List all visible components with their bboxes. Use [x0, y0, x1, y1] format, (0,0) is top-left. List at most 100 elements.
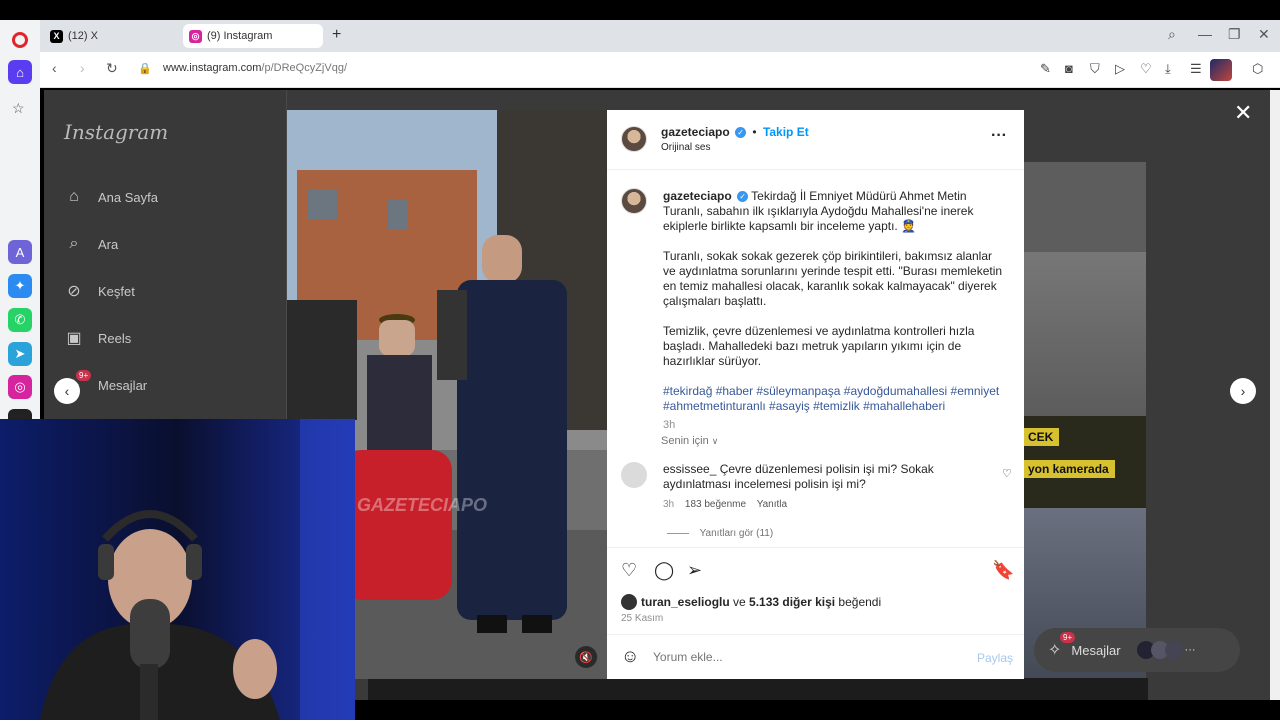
chat-more: ···	[1184, 644, 1196, 656]
aria-icon[interactable]: A	[8, 240, 32, 264]
comment: essissee_ Çevre düzenlemesi polisin işi …	[663, 462, 988, 492]
close-modal-icon[interactable]: ✕	[1234, 100, 1252, 126]
comment-username[interactable]: essissee_	[663, 462, 716, 476]
view-replies[interactable]: Yanıtları gör (11)	[667, 528, 773, 539]
download-icon[interactable]: ⤓	[1165, 61, 1171, 77]
tab-bar: X (12) X ◎ (9) Instagram + ⌕ — ❐ ✕	[40, 20, 1280, 52]
telegram-icon[interactable]: ➤	[8, 342, 32, 366]
actions-divider	[607, 547, 1024, 548]
comment-time: 3h	[663, 499, 675, 510]
like-icon[interactable]: ♡	[621, 560, 637, 581]
close-window-icon[interactable]: ✕	[1258, 26, 1270, 43]
url-field[interactable]: www.instagram.com/p/DReQcyZjVqg/	[163, 62, 347, 74]
heart-toolbar-icon[interactable]: ♡	[1140, 61, 1152, 77]
comment-input[interactable]	[653, 647, 953, 667]
comment-meta: 3h 183 beğenme Yanıtla	[663, 499, 787, 510]
compass-icon: ⊘	[67, 283, 81, 300]
bg-tile-text: yon kamerada	[1022, 460, 1115, 478]
whatsapp-icon[interactable]: ✆	[8, 308, 32, 332]
messages-pill-badge: 9+	[1060, 632, 1076, 643]
messages-pill[interactable]: ✧ 9+ Mesajlar ···	[1034, 628, 1240, 672]
messages-pill-label: Mesajlar	[1071, 642, 1121, 658]
author-username[interactable]: gazeteciapo	[661, 125, 730, 139]
share-icon[interactable]: ➢	[687, 560, 702, 581]
caption-paragraph: gazeteciapo ✓ Tekirdağ İl Emniyet Müdürü…	[663, 189, 1008, 234]
liked-by-tail: beğendi	[835, 595, 882, 609]
streamer-camera	[0, 419, 355, 720]
liked-by-mid: ve	[729, 595, 750, 609]
reels-icon: ▣	[66, 330, 82, 347]
instagram-logo-icon: ◎	[189, 29, 202, 43]
post-comment-button[interactable]: Paylaş	[977, 651, 1013, 665]
tab-instagram[interactable]: ◎ (9) Instagram	[183, 24, 323, 48]
easy-setup-icon[interactable]: ☰	[1190, 61, 1202, 77]
pinboard-icon[interactable]: ☆	[12, 100, 25, 117]
page-scrollbar[interactable]	[1270, 90, 1280, 700]
instagram-logo[interactable]: Instagram	[64, 120, 168, 144]
reload-icon[interactable]: ↻	[106, 60, 118, 77]
emoji-icon[interactable]: ☺	[621, 646, 639, 667]
separator-dot: •	[752, 125, 757, 139]
comment-likes[interactable]: 183 beğenme	[685, 499, 746, 510]
new-tab-button[interactable]: +	[332, 26, 341, 44]
back-icon[interactable]: ‹	[52, 60, 57, 76]
liked-by-user[interactable]: turan_eselioglu	[641, 595, 730, 609]
messages-badge: 9+	[76, 370, 92, 381]
liked-by-avatar[interactable]	[621, 594, 637, 610]
nav-home[interactable]: ⌂ Ana Sayfa	[64, 187, 158, 207]
comment-filter[interactable]: Senin için ∨	[661, 435, 718, 447]
webcam-overlay	[0, 419, 355, 720]
bg-tile: CEK yon kamerada	[1022, 416, 1146, 508]
follow-button[interactable]: Takip Et	[763, 125, 809, 139]
comment-icon[interactable]: ◯	[654, 560, 674, 581]
comment-avatar[interactable]	[621, 462, 647, 488]
home-sidebar-icon[interactable]: ⌂	[8, 60, 32, 84]
tab-x[interactable]: X (12) X	[44, 24, 174, 48]
forward-icon[interactable]: ›	[80, 60, 85, 76]
verified-icon: ✓	[735, 127, 747, 139]
instagram-sidebar-icon[interactable]: ◎	[8, 375, 32, 399]
caption-username[interactable]: gazeteciapo	[663, 189, 732, 203]
nav-explore[interactable]: ⊘ Keşfet	[64, 281, 135, 301]
audio-label[interactable]: Orijinal ses	[661, 142, 710, 153]
nav-label: Reels	[98, 330, 132, 346]
tab-search-icon[interactable]: ⌕	[1168, 26, 1176, 43]
liked-by: turan_eselioglu ve 5.133 diğer kişi beğe…	[621, 594, 881, 610]
nav-search[interactable]: ⌕ Ara	[64, 234, 119, 254]
edit-icon[interactable]: ✎	[1040, 61, 1051, 77]
send-icon[interactable]: ▷	[1115, 61, 1125, 77]
minimize-icon[interactable]: —	[1198, 26, 1212, 42]
caption-hashtags[interactable]: #tekirdağ #haber #süleymanpaşa #aydoğdum…	[663, 384, 1008, 414]
chat-avatars	[1136, 641, 1183, 659]
author-avatar[interactable]	[621, 126, 647, 152]
prev-post-button[interactable]: ‹	[54, 378, 80, 404]
view-replies-label: Yanıtları gör (11)	[699, 528, 774, 539]
comment-reply[interactable]: Yanıtla	[757, 499, 787, 510]
liked-by-others[interactable]: 5.133 diğer kişi	[749, 595, 835, 609]
profile-avatar[interactable]	[1210, 59, 1232, 81]
shield-icon[interactable]: ⛉	[1090, 61, 1100, 77]
bg-tile	[1022, 162, 1146, 252]
messenger-sidebar-icon[interactable]: ✦	[8, 274, 32, 298]
url-path: /p/DReQcyZjVqg/	[261, 62, 348, 74]
mute-icon[interactable]: 🔇	[575, 646, 597, 668]
nav-label: Keşfet	[98, 283, 135, 299]
comment-like-icon[interactable]: ♡	[1002, 467, 1012, 480]
caption-avatar[interactable]	[621, 188, 647, 214]
post-header: gazeteciapo ✓ • Takip Et Orijinal ses ··…	[607, 110, 1024, 170]
media-watermark: GAZETECIAPO	[357, 495, 488, 515]
camera-icon[interactable]: ◙	[1065, 61, 1073, 76]
background-grid-bottom	[368, 678, 1148, 700]
verified-icon: ✓	[737, 191, 749, 203]
caption: gazeteciapo ✓ Tekirdağ İl Emniyet Müdürü…	[663, 189, 1008, 431]
restore-icon[interactable]: ❐	[1228, 26, 1241, 43]
bookmark-icon[interactable]: 🔖	[992, 560, 1014, 581]
more-options-icon[interactable]: ···	[991, 127, 1007, 145]
next-post-button[interactable]: ›	[1230, 378, 1256, 404]
address-bar: ‹ › ↻ 🔒 www.instagram.com/p/DReQcyZjVqg/…	[40, 52, 1280, 88]
search-icon: ⌕	[69, 235, 79, 252]
extension-icon[interactable]: ⬡	[1252, 61, 1263, 77]
opera-logo-icon[interactable]	[12, 32, 28, 48]
nav-reels[interactable]: ▣ Reels	[64, 328, 131, 348]
home-icon: ⌂	[69, 188, 79, 205]
